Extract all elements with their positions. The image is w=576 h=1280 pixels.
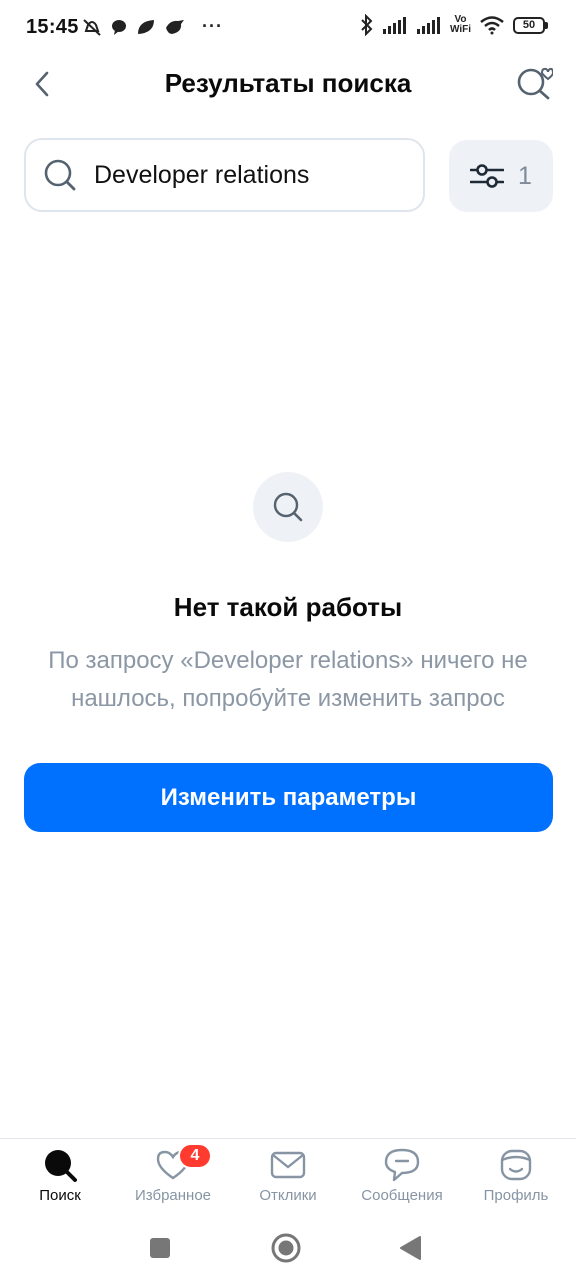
- status-right-icons: Vo WiFi 50: [360, 14, 548, 36]
- chat-bubble-icon: [384, 1147, 420, 1183]
- search-heart-icon: [517, 67, 553, 100]
- header: Результаты поиска: [0, 56, 576, 112]
- nav-item-profile[interactable]: Профиль: [461, 1147, 571, 1204]
- empty-state-search-icon: [253, 472, 323, 542]
- nav-label-messages: Сообщения: [361, 1187, 443, 1204]
- page-title: Результаты поиска: [164, 68, 412, 98]
- bird-icon: [166, 19, 184, 34]
- change-parameters-button[interactable]: Изменить параметры: [24, 763, 553, 832]
- nav-item-search[interactable]: Поиск: [5, 1147, 115, 1204]
- status-bar: 15:45 ··· Vo WiFi 50: [0, 0, 576, 56]
- search-icon: [42, 157, 78, 193]
- more-notifications-icon: ···: [202, 16, 223, 36]
- filters-button[interactable]: 1: [449, 140, 553, 212]
- triangle-back-icon: [400, 1236, 421, 1260]
- nav-label-favorites: Избранное: [134, 1187, 212, 1204]
- battery-indicator: 50: [513, 16, 548, 34]
- search-box[interactable]: [24, 138, 425, 212]
- envelope-icon: [270, 1147, 306, 1183]
- favorites-badge: 4: [178, 1143, 212, 1169]
- home-button[interactable]: [270, 1232, 302, 1264]
- app-notification-icon: [112, 19, 126, 35]
- system-back-button[interactable]: [394, 1232, 426, 1264]
- signal-icon-2: [416, 17, 440, 34]
- bluetooth-icon: [361, 14, 373, 36]
- nav-label-search: Поиск: [39, 1187, 81, 1204]
- signal-icon: [382, 17, 406, 34]
- search-icon: [42, 1147, 78, 1183]
- muted-notifications-icon: [83, 18, 101, 36]
- empty-state-title: Нет такой работы: [173, 592, 403, 622]
- filters-count: 1: [518, 161, 532, 190]
- empty-state-description: По запросу «Developer relations» ничего …: [48, 647, 528, 712]
- recent-apps-button[interactable]: [144, 1232, 176, 1264]
- square-icon: [150, 1238, 170, 1258]
- status-left-icons: ···: [82, 16, 223, 37]
- nav-label-responses: Отклики: [259, 1187, 317, 1204]
- circle-home-icon: [271, 1233, 301, 1263]
- leaf-icon: [138, 19, 154, 34]
- nav-item-responses[interactable]: Отклики: [233, 1147, 343, 1204]
- wifi-icon: [480, 16, 504, 35]
- nav-item-messages[interactable]: Сообщения: [347, 1147, 457, 1204]
- profile-face-icon: [498, 1147, 534, 1183]
- system-navigation: [0, 1212, 576, 1280]
- search-input[interactable]: [94, 160, 394, 190]
- bottom-navigation: Поиск Избранное Отклики Сообщения Профил…: [0, 1138, 576, 1210]
- save-search-button[interactable]: [514, 62, 554, 102]
- nav-label-profile: Профиль: [483, 1187, 549, 1204]
- status-time: 15:45: [26, 16, 79, 38]
- vowifi-indicator: Vo WiFi: [449, 14, 471, 35]
- sliders-icon: [470, 164, 505, 188]
